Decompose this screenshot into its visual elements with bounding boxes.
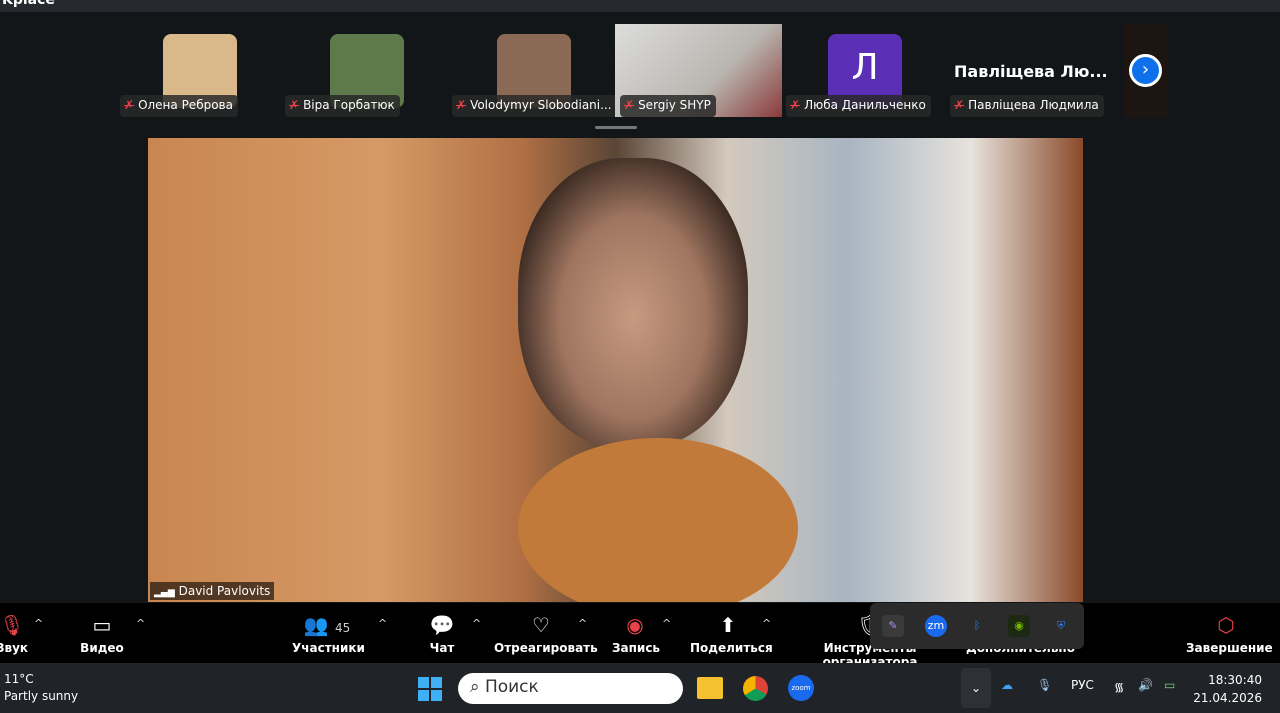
speaker-video — [518, 158, 748, 448]
mic-muted-icon: ✗ — [124, 98, 135, 112]
participant-display-name: Павліщева Лю... — [954, 62, 1108, 81]
mic-off-icon: 🎙 — [0, 613, 25, 637]
participant-tile[interactable]: ✗ Віра Горбатюк — [285, 24, 405, 117]
participant-name: ✗ Люба Данильченко — [786, 95, 931, 117]
mic-muted-icon: ✗ — [954, 98, 965, 112]
gallery-scrollbar[interactable] — [595, 126, 637, 129]
share-screen-icon: ⬆ — [719, 613, 737, 637]
onedrive-icon[interactable]: ☁ — [1001, 678, 1013, 692]
share-button[interactable]: ⬆ Поделиться — [690, 613, 773, 655]
weather-widget[interactable]: 11°C Partly sunny — [4, 671, 78, 705]
video-options-caret[interactable]: ^ — [136, 617, 145, 630]
show-hidden-icons-button[interactable]: ⌄ — [961, 668, 991, 708]
chrome-icon[interactable] — [743, 676, 768, 701]
end-meeting-button[interactable]: ⬡ Завершение — [1186, 613, 1273, 655]
participants-button[interactable]: 👥 45 Участники — [292, 613, 365, 655]
taskbar-search[interactable]: ⌕ Поиск — [458, 673, 683, 704]
bluetooth-icon[interactable]: ᛒ — [966, 615, 988, 637]
participants-count: 45 — [334, 621, 351, 635]
audio-button[interactable]: 🎙 Звук — [0, 613, 32, 655]
feather-icon[interactable]: ✎ — [882, 615, 904, 637]
clock[interactable]: 18:30:40 21.04.2026 — [1193, 671, 1262, 707]
share-options-caret[interactable]: ^ — [762, 617, 771, 630]
mic-muted-icon: ✗ — [289, 98, 300, 112]
video-off-icon: ▭ — [92, 613, 112, 637]
taskbar: 11°C Partly sunny ⌕ Поиск zoom ⌄ ☁ 🎙 РУС … — [0, 663, 1280, 713]
chevron-right-icon: › — [1141, 59, 1150, 80]
search-icon: ⌕ — [470, 677, 480, 697]
participant-name: ✗ Volodymyr Slobodiani... — [452, 95, 617, 117]
main-video: ▂▄▆ David Pavlovits — [148, 138, 1083, 602]
volume-icon[interactable]: 🔊 — [1138, 678, 1153, 692]
guitar-image — [518, 438, 798, 602]
speaker-name: ▂▄▆ David Pavlovits — [150, 582, 275, 600]
mic-muted-icon: ✗ — [790, 98, 801, 112]
react-button[interactable]: ♡ Отреагировать — [494, 613, 598, 655]
react-options-caret[interactable]: ^ — [578, 617, 587, 630]
next-page-button[interactable]: › — [1129, 54, 1162, 87]
battery-icon[interactable]: ▭ — [1164, 678, 1175, 692]
participant-tile[interactable]: Л ✗ Люба Данильченко — [782, 24, 942, 117]
participant-name: ✗ Олена Реброва — [120, 95, 238, 117]
participant-tile[interactable]: ✗ Volodymyr Slobodiani... — [452, 24, 622, 117]
participant-tile[interactable]: ✗ Sergiy SHYP — [615, 24, 782, 117]
participant-tile[interactable]: Павліщева Лю... ✗ Павліщева Людмила — [948, 24, 1118, 117]
participant-name: ✗ Sergiy SHYP — [620, 95, 716, 117]
participant-tile[interactable]: ✗ Олена Реброва — [120, 24, 240, 117]
record-button[interactable]: ◉ Запись — [612, 613, 660, 655]
record-icon: ◉ — [626, 613, 644, 637]
participants-options-caret[interactable]: ^ — [378, 617, 387, 630]
wifi-icon[interactable]: ᯾ — [1114, 678, 1124, 695]
file-explorer-icon[interactable] — [697, 677, 723, 699]
video-button[interactable]: ▭ Видео — [76, 613, 128, 655]
participant-name: ✗ Віра Горбатюк — [285, 95, 400, 117]
meeting-toolbar: 🎙 Звук ^ ▭ Видео ^ 👥 45 Участники ^ 💬 Чат ^ … — [0, 603, 1280, 669]
title-bar: Kpiace — [0, 0, 1280, 12]
people-icon: 👥 — [303, 613, 329, 637]
nvidia-icon[interactable]: ◉ — [1008, 615, 1030, 637]
end-icon: ⬡ — [1217, 613, 1235, 637]
audio-options-caret[interactable]: ^ — [34, 617, 43, 630]
chat-button[interactable]: 💬 Чат — [424, 613, 460, 655]
record-options-caret[interactable]: ^ — [662, 617, 671, 630]
zoom-tray-icon[interactable]: zm — [925, 615, 947, 637]
mic-muted-icon: ✗ — [456, 98, 467, 112]
microphone-icon[interactable]: 🎙 — [1037, 678, 1052, 692]
zoom-app-icon[interactable]: zoom — [788, 675, 814, 701]
chat-options-caret[interactable]: ^ — [472, 617, 481, 630]
mic-muted-icon: ✗ — [624, 98, 635, 112]
language-indicator[interactable]: РУС — [1071, 678, 1094, 692]
heart-icon: ♡ — [532, 613, 550, 637]
participant-name: ✗ Павліщева Людмила — [950, 95, 1104, 117]
system-tray-overflow: ✎ zm ᛒ ◉ ⛨ — [870, 603, 1084, 649]
window-title: Kpiace — [2, 0, 55, 8]
signal-icon: ▂▄▆ — [154, 588, 175, 598]
defender-warning-icon[interactable]: ⛨ — [1050, 615, 1072, 637]
windows-start-icon[interactable] — [418, 677, 442, 701]
chat-icon: 💬 — [429, 613, 455, 637]
